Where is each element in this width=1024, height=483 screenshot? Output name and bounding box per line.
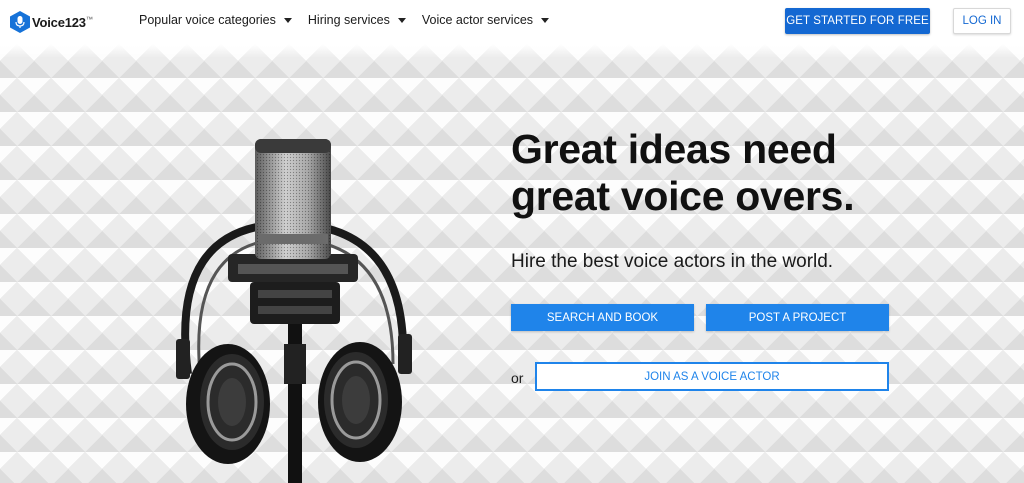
microphone-hex-icon	[10, 11, 30, 33]
hero-top-fade	[0, 44, 1024, 58]
nav-item-popular-voice-categories[interactable]: Popular voice categories	[139, 13, 292, 27]
nav-item-label: Voice actor services	[421, 13, 534, 27]
post-a-project-button[interactable]: POST A PROJECT	[706, 304, 889, 331]
caret-down-icon	[397, 17, 406, 23]
nav-item-label: Hiring services	[307, 13, 390, 27]
caret-down-icon	[541, 17, 550, 23]
hero-subheadline: Hire the best voice actors in the world.	[511, 251, 834, 272]
microphone-with-headphones-image	[176, 139, 412, 483]
join-as-voice-actor-button[interactable]: JOIN AS A VOICE ACTOR	[535, 362, 889, 391]
top-navigation-bar: Voice123™ Popular voice categories Hirin…	[0, 0, 1024, 44]
or-separator: or	[511, 370, 524, 386]
get-started-button[interactable]: GET STARTED FOR FREE	[785, 8, 930, 34]
hero-section: Great ideas need great voice overs. Hire…	[0, 44, 1024, 483]
search-and-book-button[interactable]: SEARCH AND BOOK	[511, 304, 694, 331]
hero-headline: Great ideas need great voice overs.	[511, 126, 855, 220]
main-nav: Popular voice categories Hiring services…	[139, 13, 550, 27]
headline-line-1: Great ideas need	[511, 126, 837, 172]
login-button[interactable]: LOG IN	[953, 8, 1011, 34]
nav-item-label: Popular voice categories	[139, 13, 276, 27]
caret-down-icon	[283, 17, 292, 23]
headline-line-2: great voice overs.	[511, 173, 855, 219]
nav-item-voice-actor-services[interactable]: Voice actor services	[421, 13, 550, 27]
nav-item-hiring-services[interactable]: Hiring services	[308, 13, 406, 27]
logo-text: Voice123™	[32, 14, 93, 30]
voice123-logo[interactable]: Voice123™	[10, 9, 93, 35]
